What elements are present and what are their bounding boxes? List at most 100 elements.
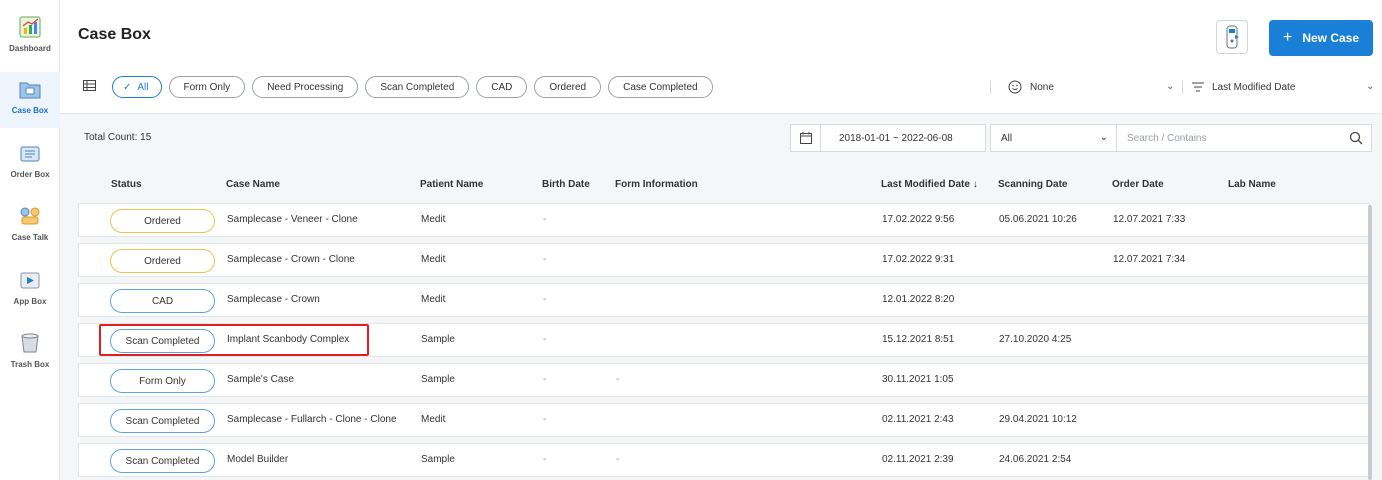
- smile-icon: [1008, 80, 1022, 94]
- table-row[interactable]: Ordered Samplecase - Crown - Clone Medit…: [78, 243, 1370, 277]
- last-modified: 02.11.2021 2:43: [882, 414, 954, 425]
- last-modified: 17.02.2022 9:31: [882, 254, 955, 265]
- last-modified: 12.01.2022 8:20: [882, 294, 955, 305]
- page-title: Case Box: [78, 26, 151, 43]
- new-case-button[interactable]: + New Case: [1269, 20, 1373, 56]
- arrow-down-icon: ↓: [972, 179, 978, 190]
- date-range-value: 2018-01-01 ~ 2022-06-08: [839, 132, 953, 144]
- header-case-name[interactable]: Case Name: [226, 179, 280, 190]
- case-name: Sample's Case: [227, 374, 294, 385]
- sort-value: Last Modified Date: [1212, 81, 1296, 93]
- status-filter-chips: ✓ All Form Only Need Processing Scan Comp…: [112, 76, 713, 98]
- chip-ordered[interactable]: Ordered: [534, 76, 602, 98]
- header-scanning-date[interactable]: Scanning Date: [998, 179, 1067, 190]
- header-order-date[interactable]: Order Date: [1112, 179, 1164, 190]
- list-view-icon[interactable]: [83, 80, 96, 91]
- status-badge: CAD: [110, 289, 215, 313]
- birth-date: -: [543, 254, 547, 265]
- dashboard-icon: [17, 14, 43, 40]
- divider: [1182, 80, 1183, 94]
- sidebar: Dashboard Case Box Order Box Case Talk A…: [0, 0, 60, 480]
- patient-name: Medit: [421, 294, 446, 305]
- case-name: Samplecase - Fullarch - Clone - Clone: [227, 414, 397, 425]
- case-talk-icon: [17, 203, 43, 229]
- patient-filter-value: None: [1030, 81, 1054, 93]
- birth-date: -: [543, 374, 547, 385]
- search-field-value: All: [1001, 132, 1013, 144]
- chip-need-processing[interactable]: Need Processing: [252, 76, 359, 98]
- birth-date: -: [543, 334, 547, 345]
- chip-case-completed[interactable]: Case Completed: [608, 76, 713, 98]
- table-row[interactable]: Ordered Samplecase - Veneer - Clone Medi…: [78, 203, 1370, 237]
- patient-name: Medit: [421, 214, 446, 225]
- sort-dropdown[interactable]: Last Modified Date: [1192, 77, 1295, 97]
- sidebar-item-order-box[interactable]: Order Box: [0, 136, 60, 192]
- header-patient-name[interactable]: Patient Name: [420, 179, 483, 190]
- order-date: 12.07.2021 7:34: [1113, 254, 1186, 265]
- chevron-down-icon: ⌄: [1366, 81, 1375, 92]
- form-information: -: [616, 374, 620, 385]
- plus-icon: +: [1282, 29, 1293, 46]
- status-badge: Scan Completed: [110, 449, 215, 473]
- header: Case Box + New Case ✓ All Form Only Need …: [60, 0, 1382, 114]
- search-field-select[interactable]: All ⌄: [990, 124, 1116, 152]
- table-row[interactable]: Scan Completed Implant Scanbody Complex …: [78, 323, 1370, 357]
- search-box: [1116, 124, 1372, 152]
- chevron-down-icon: ⌄: [1099, 132, 1108, 143]
- case-name: Samplecase - Veneer - Clone: [227, 214, 358, 225]
- check-icon: ✓: [123, 81, 132, 93]
- status-badge: Scan Completed: [110, 409, 215, 433]
- scanning-date: 05.06.2021 10:26: [999, 214, 1077, 225]
- sort-icon: [1192, 82, 1204, 92]
- status-badge: Form Only: [110, 369, 215, 393]
- status-badge: Ordered: [110, 249, 215, 273]
- last-modified: 30.11.2021 1:05: [882, 374, 954, 385]
- table-row[interactable]: CAD Samplecase - Crown Medit - 12.01.202…: [78, 283, 1370, 317]
- sidebar-item-label: Order Box: [10, 170, 50, 179]
- total-count: Total Count: 15: [84, 132, 152, 143]
- header-form-information[interactable]: Form Information: [615, 179, 698, 190]
- form-information: -: [616, 454, 620, 465]
- status-badge: Scan Completed: [110, 329, 215, 353]
- search-icon[interactable]: [1349, 131, 1363, 145]
- header-lab-name[interactable]: Lab Name: [1228, 179, 1276, 190]
- sidebar-item-trash-box[interactable]: Trash Box: [0, 326, 60, 382]
- chip-cad[interactable]: CAD: [476, 76, 528, 98]
- scanning-date: 27.10.2020 4:25: [999, 334, 1072, 345]
- scanner-device-button[interactable]: [1216, 20, 1248, 54]
- sidebar-item-dashboard[interactable]: Dashboard: [0, 10, 60, 66]
- patient-name: Medit: [421, 254, 446, 265]
- scanner-icon: [1226, 25, 1239, 49]
- table-header: Status Case Name Patient Name Birth Date…: [78, 176, 1370, 196]
- sidebar-item-label: App Box: [13, 297, 47, 306]
- sidebar-item-case-talk[interactable]: Case Talk: [0, 199, 60, 255]
- sidebar-item-case-box[interactable]: Case Box: [0, 72, 60, 128]
- sidebar-item-label: Dashboard: [9, 44, 51, 53]
- chip-form-only[interactable]: Form Only: [168, 76, 246, 98]
- table-row[interactable]: Form Only Sample's Case Sample - - 30.11…: [78, 363, 1370, 397]
- new-case-label: New Case: [1302, 31, 1360, 45]
- sidebar-item-label: Case Box: [11, 106, 49, 115]
- patient-name: Sample: [421, 334, 455, 345]
- last-modified: 15.12.2021 8:51: [882, 334, 955, 345]
- scanning-date: 24.06.2021 2:54: [999, 454, 1072, 465]
- table-row[interactable]: Scan Completed Model Builder Sample - - …: [78, 443, 1370, 477]
- chip-scan-completed[interactable]: Scan Completed: [365, 76, 470, 98]
- case-name: Model Builder: [227, 454, 289, 465]
- divider: [990, 80, 991, 94]
- case-name: Samplecase - Crown: [227, 294, 320, 305]
- header-status[interactable]: Status: [111, 179, 142, 190]
- sidebar-item-app-box[interactable]: App Box: [0, 263, 60, 319]
- table-row[interactable]: Scan Completed Samplecase - Fullarch - C…: [78, 403, 1370, 437]
- header-birth-date[interactable]: Birth Date: [542, 179, 590, 190]
- chevron-down-icon: ⌄: [1166, 81, 1175, 92]
- search-input[interactable]: [1117, 132, 1337, 144]
- header-last-modified-date[interactable]: Last Modified Date ↓: [881, 179, 978, 190]
- case-name: Samplecase - Crown - Clone: [227, 254, 355, 265]
- vertical-scrollbar[interactable]: [1368, 205, 1372, 480]
- status-badge: Ordered: [110, 209, 215, 233]
- case-name: Implant Scanbody Complex: [227, 334, 350, 345]
- date-range-picker[interactable]: 2018-01-01 ~ 2022-06-08: [790, 124, 986, 152]
- chip-all[interactable]: ✓ All: [112, 76, 162, 98]
- order-date: 12.07.2021 7:33: [1113, 214, 1186, 225]
